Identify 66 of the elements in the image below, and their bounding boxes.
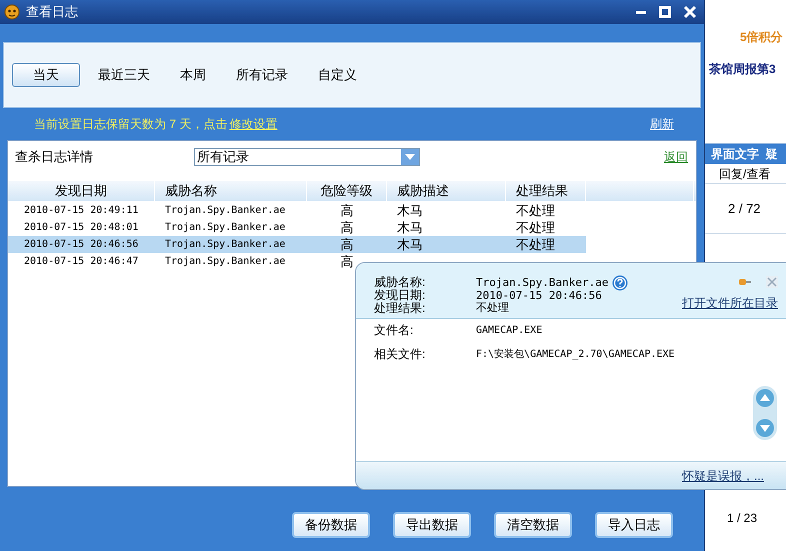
table-cell-text: 不处理 [515, 219, 556, 236]
table-cell-text: 木马 [396, 202, 424, 219]
window-title: 查看日志 [26, 3, 78, 22]
maximize-button[interactable] [656, 3, 674, 21]
field-label: 相关文件: [374, 346, 426, 363]
headline-link[interactable]: 茶馆周报第3 [705, 60, 786, 78]
field-value: 不处理 [476, 302, 509, 315]
field-value: F:\安装包\GAMECAP_2.70\GAMECAP.EXE [476, 348, 675, 362]
table-row[interactable]: 2010-07-15 20:49:11 Trojan.Spy.Banker.ae 高 木马 不处理 [8, 202, 586, 219]
column-header[interactable]: 处理结果 [506, 181, 586, 201]
action-button[interactable]: 导出数据 [393, 512, 471, 538]
action-button[interactable]: 备份数据 [292, 512, 370, 538]
filter-dropdown[interactable]: 所有记录 [194, 148, 420, 166]
column-header: 回复/查看 [705, 164, 786, 184]
scroll-up-icon[interactable] [755, 388, 775, 408]
tab[interactable]: 所有记录 [224, 63, 300, 87]
field-label: 文件名: [374, 322, 414, 339]
table-cell-text: 2010-07-15 20:46:56 [23, 238, 140, 252]
close-icon [683, 5, 697, 19]
field-label: 处理结果: [374, 302, 426, 315]
table-cell-text: 高 [340, 236, 354, 253]
pin-icon[interactable] [738, 277, 752, 287]
field-value: 2010-07-15 20:46:56 [476, 289, 602, 302]
column-header[interactable]: 危险等级 [307, 181, 387, 201]
maximize-icon [659, 6, 671, 18]
reply-count: 2 / 72 [705, 184, 786, 234]
page-count: 1 / 23 [726, 510, 758, 527]
table-row[interactable]: 2010-07-15 20:46:56 Trojan.Spy.Banker.ae 高 木马 不处理 [8, 236, 586, 253]
table-cell-text: Trojan.Spy.Banker.ae [164, 221, 286, 235]
table-cell-text: 高 [340, 219, 354, 236]
table-cell-text: 高 [340, 253, 354, 270]
tab[interactable]: 最近三天 [86, 63, 162, 87]
action-button[interactable]: 清空数据 [494, 512, 572, 538]
table-cell-text: 2010-07-15 20:49:11 [23, 204, 140, 218]
field-value: GAMECAP.EXE [476, 324, 542, 338]
table-cell-text: Trojan.Spy.Banker.ae [164, 204, 286, 218]
false-positive-link[interactable]: 怀疑是误报，... [682, 466, 764, 484]
promo-text: 5倍积分 [739, 29, 784, 46]
field-value: Trojan.Spy.Banker.ae [476, 276, 608, 289]
back-link[interactable]: 返回 [664, 148, 688, 166]
scroll-down-icon[interactable] [755, 418, 775, 438]
table-cell-text: 不处理 [515, 202, 556, 219]
table-cell-text: 木马 [396, 219, 424, 236]
table-cell-text: 2010-07-15 20:48:01 [23, 221, 140, 235]
table-header: 界面文字 疑 [705, 144, 786, 164]
field-label: 威胁名称: [374, 276, 426, 289]
table-cell-text: 木马 [396, 236, 424, 253]
table-cell-text: Trojan.Spy.Banker.ae [164, 238, 286, 252]
table-cell-text: Trojan.Spy.Banker.ae [164, 255, 286, 269]
field-label: 发现日期: [374, 289, 426, 302]
table-cell-text: 2010-07-15 20:46:47 [23, 255, 140, 269]
tab[interactable]: 本周 [168, 63, 218, 87]
table-cell-text: 高 [340, 202, 354, 219]
column-header[interactable]: 威胁描述 [387, 181, 506, 201]
notice-text: 当前设置日志保留天数为 7 天，点击 [34, 116, 228, 133]
tab[interactable]: 自定义 [306, 63, 369, 87]
action-button[interactable]: 导入日志 [595, 512, 673, 538]
open-folder-link[interactable]: 打开文件所在目录 [682, 294, 778, 312]
column-header[interactable]: 发现日期 [8, 181, 155, 201]
tab[interactable]: 当天 [12, 63, 80, 87]
details-title: 查杀日志详情 [15, 148, 94, 166]
table-row[interactable]: 2010-07-15 20:48:01 Trojan.Spy.Banker.ae 高 木马 不处理 [8, 219, 586, 236]
column-header[interactable]: 威胁名称 [155, 181, 307, 201]
help-icon[interactable] [612, 274, 628, 290]
refresh-link[interactable]: 刷新 [650, 115, 674, 133]
table-cell-text: 不处理 [515, 236, 556, 253]
